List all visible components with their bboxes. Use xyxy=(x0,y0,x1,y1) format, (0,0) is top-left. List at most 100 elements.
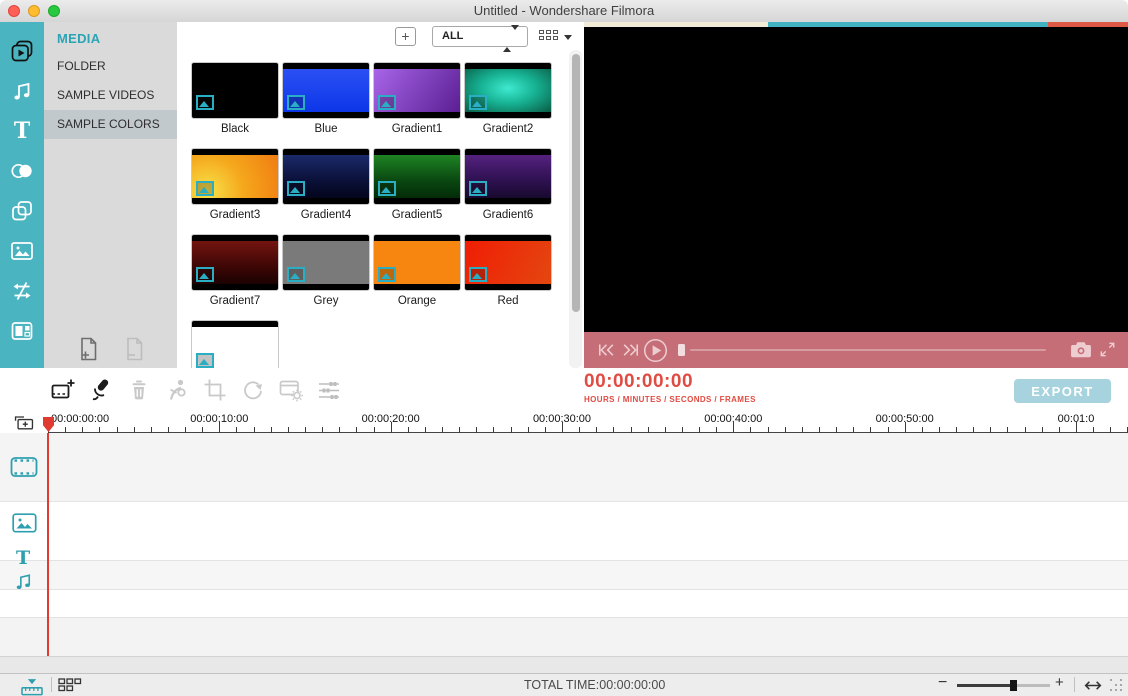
media-thumbnail[interactable] xyxy=(464,148,552,205)
sidebar-item-text[interactable]: T xyxy=(8,118,36,144)
media-thumbnail[interactable] xyxy=(464,234,552,291)
media-nav-item-sample-colors[interactable]: SAMPLE COLORS xyxy=(44,110,177,139)
media-item-gradient6[interactable]: Gradient6 xyxy=(464,148,552,221)
media-browser: + ALL BlackBlueGradient1Gradient2Gradien… xyxy=(177,22,584,368)
playhead-line[interactable] xyxy=(47,433,49,656)
pip-track[interactable] xyxy=(0,501,1128,560)
media-item-label: Orange xyxy=(373,295,461,307)
playhead-marker[interactable] xyxy=(43,417,54,432)
timeline-zoom-slider[interactable] xyxy=(957,684,1050,687)
media-item-white[interactable] xyxy=(191,320,279,368)
sidebar-item-layout[interactable] xyxy=(8,318,36,344)
media-thumbnail[interactable] xyxy=(464,62,552,119)
timeline-tracks: T xyxy=(0,433,1128,656)
media-item-gradient2[interactable]: Gradient2 xyxy=(464,62,552,135)
crop-icon[interactable] xyxy=(202,377,228,403)
seek-track[interactable] xyxy=(690,349,1046,351)
media-thumbnail[interactable] xyxy=(191,148,279,205)
timeline-ruler[interactable]: 00:00:00:0000:00:10:0000:00:20:0000:00:3… xyxy=(0,412,1128,433)
sidebar-item-audio[interactable] xyxy=(8,78,36,104)
image-badge-icon xyxy=(469,95,487,110)
media-thumbnail[interactable] xyxy=(191,234,279,291)
zoom-out-button[interactable]: − xyxy=(938,674,947,692)
rotate-icon[interactable] xyxy=(240,377,266,403)
import-media-button[interactable]: + xyxy=(395,27,416,46)
record-voiceover-icon[interactable] xyxy=(88,377,114,403)
remove-file-icon[interactable] xyxy=(122,336,146,362)
sidebar-item-pip[interactable] xyxy=(8,238,36,264)
track-size-icon[interactable] xyxy=(58,678,82,692)
layout-icon xyxy=(9,318,35,344)
media-nav-item-sample-videos[interactable]: SAMPLE VIDEOS xyxy=(44,81,177,110)
media-thumbnail[interactable] xyxy=(191,320,279,368)
audio-track[interactable] xyxy=(0,589,1128,617)
view-mode-button[interactable] xyxy=(539,30,573,44)
media-item-gradient3[interactable]: Gradient3 xyxy=(191,148,279,221)
grid-view-icon xyxy=(539,30,558,40)
manage-tracks-icon[interactable] xyxy=(13,414,35,431)
media-filter-dropdown[interactable]: ALL xyxy=(432,26,528,47)
go-to-start-icon[interactable] xyxy=(597,342,616,358)
video-track[interactable] xyxy=(0,433,1128,501)
media-item-black[interactable]: Black xyxy=(191,62,279,135)
media-item-blue[interactable]: Blue xyxy=(282,62,370,135)
media-item-label: Grey xyxy=(282,295,370,307)
media-item-gradient7[interactable]: Gradient7 xyxy=(191,234,279,307)
clip-settings-icon[interactable] xyxy=(278,377,304,403)
media-nav-item-folder[interactable]: FOLDER xyxy=(44,52,177,81)
media-nav-items: FOLDERSAMPLE VIDEOSSAMPLE COLORS xyxy=(44,52,177,139)
music-icon xyxy=(9,78,35,104)
media-thumbnail[interactable] xyxy=(373,234,461,291)
zoom-in-button[interactable]: + xyxy=(1055,674,1064,691)
sidebar-item-effects[interactable] xyxy=(8,198,36,224)
media-item-gradient4[interactable]: Gradient4 xyxy=(282,148,370,221)
window-title: Untitled - Wondershare Filmora xyxy=(0,0,1128,21)
split-icon[interactable] xyxy=(164,377,190,403)
playback-bar xyxy=(584,332,1128,368)
media-thumbnail[interactable] xyxy=(282,62,370,119)
media-thumbnail[interactable] xyxy=(191,62,279,119)
scrollbar-track[interactable] xyxy=(569,50,582,368)
media-item-label: Blue xyxy=(282,123,370,135)
add-file-icon[interactable] xyxy=(76,336,100,362)
sidebar-item-media[interactable] xyxy=(8,38,36,64)
text-track[interactable] xyxy=(0,560,1128,589)
divider xyxy=(51,677,52,692)
media-item-grey[interactable]: Grey xyxy=(282,234,370,307)
media-thumbnail[interactable] xyxy=(282,234,370,291)
spare-track[interactable] xyxy=(0,617,1128,656)
zoom-slider-handle[interactable] xyxy=(1010,680,1017,691)
zoom-to-fit-icon[interactable] xyxy=(19,676,45,696)
delete-icon[interactable] xyxy=(126,377,152,403)
scrollbar-thumb[interactable] xyxy=(572,54,580,312)
media-thumbnail[interactable] xyxy=(373,148,461,205)
next-frame-icon[interactable] xyxy=(621,342,640,358)
edit-toolbar: 00:00:00:00 HOURS / MINUTES / SECONDS / … xyxy=(0,368,1128,412)
zoom-button[interactable] xyxy=(48,5,60,17)
sidebar-item-split-screen[interactable] xyxy=(8,278,36,304)
media-item-gradient5[interactable]: Gradient5 xyxy=(373,148,461,221)
media-item-red[interactable]: Red xyxy=(464,234,552,307)
media-item-orange[interactable]: Orange xyxy=(373,234,461,307)
accent-stripe xyxy=(584,22,1128,27)
ruler-label: 00:00:30:00 xyxy=(533,413,591,425)
close-button[interactable] xyxy=(8,5,20,17)
image-badge-icon xyxy=(378,95,396,110)
minimize-button[interactable] xyxy=(28,5,40,17)
snapshot-camera-icon[interactable] xyxy=(1070,340,1092,359)
resize-grip[interactable] xyxy=(1110,679,1124,693)
sidebar-item-transitions[interactable] xyxy=(8,158,36,184)
image-badge-icon xyxy=(287,181,305,196)
fullscreen-icon[interactable] xyxy=(1098,340,1117,359)
play-button[interactable] xyxy=(643,338,668,363)
fit-timeline-icon[interactable] xyxy=(1082,678,1104,693)
export-button[interactable]: EXPORT xyxy=(1014,379,1111,403)
media-item-gradient1[interactable]: Gradient1 xyxy=(373,62,461,135)
media-thumbnail[interactable] xyxy=(373,62,461,119)
seek-handle[interactable] xyxy=(678,344,685,356)
timeline-hscroll-strip[interactable] xyxy=(0,656,1128,673)
media-thumbnail[interactable] xyxy=(282,148,370,205)
add-to-timeline-icon[interactable] xyxy=(50,377,76,403)
adjust-icon[interactable] xyxy=(316,377,342,403)
text-icon: T xyxy=(16,549,30,568)
